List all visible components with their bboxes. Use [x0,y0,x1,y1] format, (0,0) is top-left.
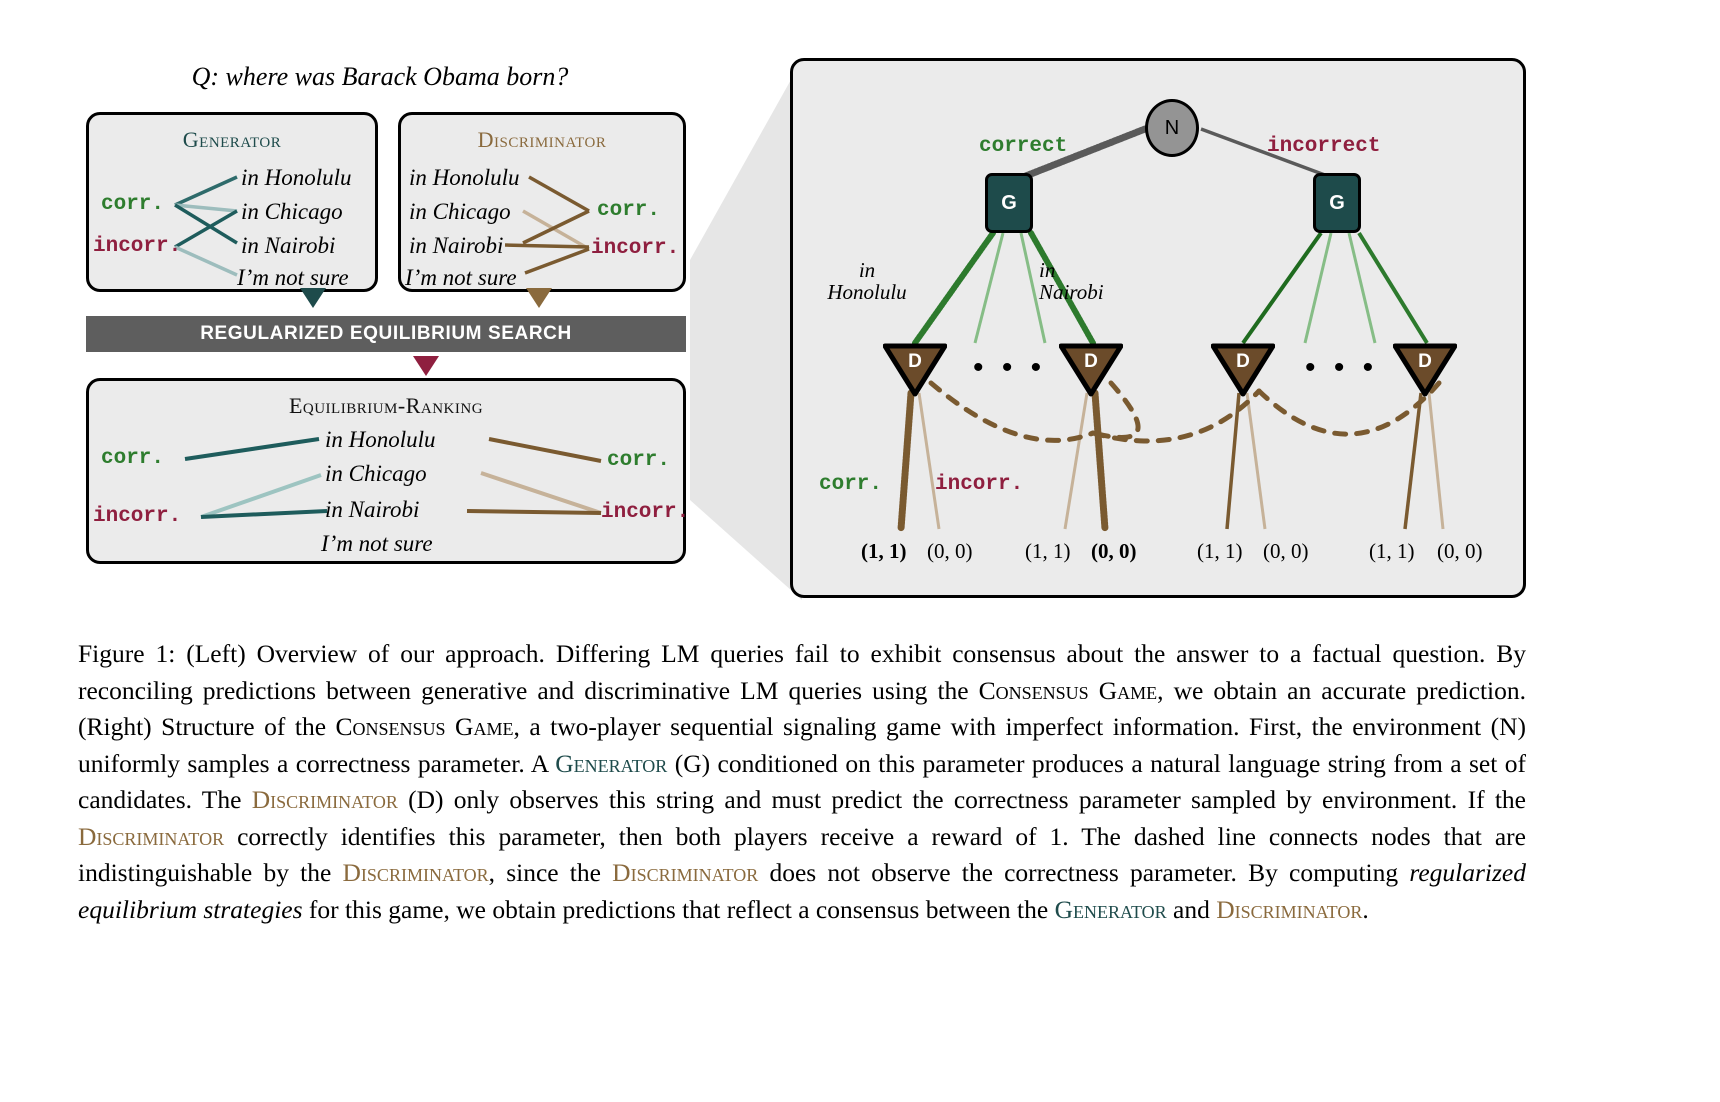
caption-text-5: (D) only observes this string and must p… [397,785,1526,814]
caption-term-discriminator-2: Discriminator [78,821,225,851]
caption-term-generator-2: Generator [1054,894,1167,924]
generator-candidate-1: in Chicago [241,199,343,224]
generator-candidate-0: in Honolulu [241,165,352,190]
equilibrium-incorr-right-label: incorr. [601,501,690,524]
payoff-2: (1, 1) [1025,539,1071,563]
generator-node-right: G [1313,173,1361,233]
discriminator-node-3-label: D [1236,351,1250,372]
discriminator-node-1: D [883,343,947,397]
payoff-4: (1, 1) [1197,539,1243,563]
caption-text-8: does not observe the correctness paramet… [758,858,1410,887]
equilibrium-incorr-left-label: incorr. [93,505,182,528]
caption-term-consensus-game-2: Consensus Game [335,712,514,741]
consensus-game-tree-panel: N correct incorrect G G in Honolulu in N… [790,58,1526,598]
discriminator-node-2-label: D [1084,351,1098,372]
message-nairobi-line2: Nairobi [1039,280,1104,305]
caption-term-discriminator-5: Discriminator [1216,894,1363,924]
caption-term-discriminator-4: Discriminator [612,858,759,887]
generator-node-right-label: G [1329,191,1345,214]
payoff-3: (0, 0) [1091,539,1137,563]
generator-node-left: G [985,173,1033,233]
action-label-incorr: incorr. [935,473,1024,496]
discriminator-node-2: D [1059,343,1123,397]
figure-1-consensus-game: Q: where was Barack Obama born? Generato… [0,0,1720,1102]
message-honolulu-line2: Honolulu [827,280,907,305]
equilibrium-corr-right-label: corr. [607,449,671,472]
equilibrium-ranking-panel: Equilibrium-Ranking corr. incorr. in Hon… [86,378,690,564]
equilibrium-candidate-0: in Honolulu [325,427,436,452]
discriminator-node-1-label: D [908,351,922,372]
equilibrium-candidate-3: I’m not sure [321,531,433,556]
message-label-honolulu: in Honolulu [807,259,927,303]
nature-node: N [1145,99,1199,157]
discriminator-candidate-2: in Nairobi [409,233,504,258]
branch-label-incorrect: incorrect [1267,135,1381,158]
message-label-nairobi: in Nairobi [1039,259,1149,303]
discriminator-incorr-label: incorr. [591,237,680,260]
generator-node-left-label: G [1001,191,1017,214]
caption-text-10: and [1166,894,1217,924]
figure-caption: Figure 1: (Left) Overview of our approac… [78,636,1526,928]
discriminator-candidate-1: in Chicago [409,199,511,224]
payoff-6: (1, 1) [1369,539,1415,563]
caption-term-generator-1: Generator [555,748,668,778]
regularized-equilibrium-search-bar: REGULARIZED EQUILIBRIUM SEARCH [86,316,686,352]
discriminator-node-3: D [1211,343,1275,397]
payoff-1: (0, 0) [927,539,973,563]
equilibrium-corr-left-label: corr. [101,447,165,470]
question-text: Q: where was Barack Obama born? [191,62,569,91]
generator-panel: Generator corr. incorr. in Honolulu in C… [86,112,378,292]
payoff-0: (1, 1) [861,539,907,563]
caption-term-discriminator-3: Discriminator [342,858,489,887]
equilibrium-candidate-1: in Chicago [325,461,427,486]
generator-incorr-label: incorr. [93,235,182,258]
discriminator-panel: Discriminator in Honolulu in Chicago in … [398,112,686,292]
message-nairobi-line1: in [1039,258,1056,282]
caption-term-discriminator-1: Discriminator [251,785,398,814]
action-label-corr: corr. [819,473,883,496]
payoff-7: (0, 0) [1437,539,1483,563]
caption-text-9: for this game, we obtain predictions tha… [302,894,1055,924]
nature-node-label: N [1164,116,1180,139]
zoom-wedge [690,60,802,600]
equilibrium-candidate-2: in Nairobi [325,497,420,522]
panel-to-bar-arrows [300,288,552,308]
regularized-equilibrium-search-label: REGULARIZED EQUILIBRIUM SEARCH [200,323,572,344]
ellipsis-right: • • • [1305,351,1379,384]
discriminator-node-4: D [1393,343,1457,397]
caption-figure-number: Figure 1: [78,639,176,668]
generator-candidate-2: in Nairobi [241,233,336,258]
discriminator-corr-label: corr. [597,199,661,222]
caption-term-consensus-game-1: Consensus Game [978,675,1158,705]
caption-text-11: . [1362,894,1369,924]
discriminator-candidate-0: in Honolulu [409,165,520,190]
payoff-5: (0, 0) [1263,539,1309,563]
generator-corr-label: corr. [101,193,165,216]
discriminator-node-4-label: D [1418,351,1432,372]
ellipsis-left: • • • [973,351,1047,384]
branch-label-correct: correct [979,135,1068,158]
caption-text-7: , since the [488,858,613,887]
message-honolulu-line1: in [858,258,876,282]
